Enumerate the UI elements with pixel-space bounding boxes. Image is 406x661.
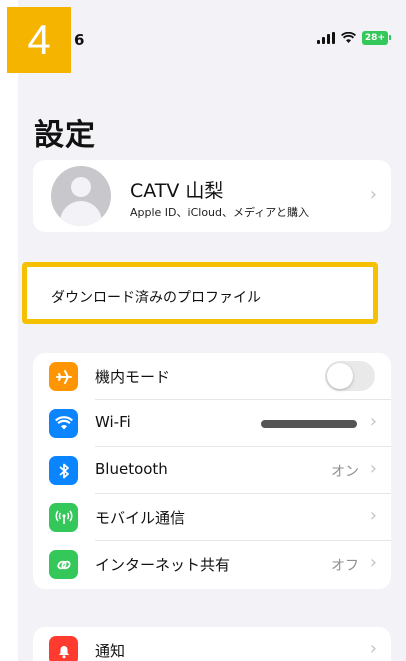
hotspot-icon	[49, 550, 78, 579]
hotspot-status: オフ	[331, 558, 359, 574]
settings-row-label: Bluetooth	[95, 460, 168, 478]
settings-row-bluetooth[interactable]: Bluetooth オン ›	[33, 447, 391, 494]
chevron-right-icon: ›	[369, 184, 377, 205]
settings-row-wifi[interactable]: Wi-Fi ›	[33, 400, 391, 447]
wifi-network-redacted	[261, 420, 357, 428]
bluetooth-icon	[49, 456, 78, 485]
downloaded-profile-label: ダウンロード済みのプロファイル	[51, 290, 261, 306]
step-number-badge: 4	[7, 7, 71, 73]
wifi-icon	[49, 409, 78, 438]
chevron-right-icon: ›	[369, 638, 377, 659]
avatar	[51, 166, 111, 226]
chevron-right-icon: ›	[369, 411, 377, 432]
chevron-right-icon: ›	[369, 505, 377, 526]
chevron-right-icon: ›	[369, 552, 377, 573]
settings-row-personal-hotspot[interactable]: インターネット共有 オフ ›	[33, 541, 391, 588]
settings-row-label: 通知	[95, 642, 126, 660]
settings-row-label: モバイル通信	[95, 509, 186, 527]
settings-row-cellular[interactable]: モバイル通信 ›	[33, 494, 391, 541]
downloaded-profile-item[interactable]: ダウンロード済みのプロファイル	[22, 262, 378, 324]
status-time: 6	[74, 31, 85, 49]
chevron-right-icon: ›	[369, 458, 377, 479]
connectivity-group: 機内モード Wi-Fi › Bluetooth オン › モバイル通信 › イン…	[33, 353, 391, 589]
settings-row-label: インターネット共有	[95, 556, 231, 574]
settings-row-airplane-mode[interactable]: 機内モード	[33, 353, 391, 400]
settings-row-label: 機内モード	[95, 368, 171, 386]
status-icons: 28+	[316, 31, 392, 45]
profile-subtitle: Apple ID、iCloud、メディアと購入	[130, 206, 310, 219]
settings-screen: 6 28+ 設定 CATV 山梨 Apple ID、iCloud、メディアと購入…	[18, 0, 406, 661]
bell-icon	[49, 636, 78, 661]
settings-row-notifications[interactable]: 通知 ›	[33, 627, 391, 661]
notifications-group: 通知 ›	[33, 627, 391, 661]
profile-name: CATV 山梨	[130, 180, 224, 202]
signal-icon	[316, 32, 335, 44]
settings-row-label: Wi-Fi	[95, 413, 131, 431]
page-title: 設定	[34, 118, 96, 153]
airplane-mode-toggle[interactable]	[325, 361, 375, 391]
apple-id-card[interactable]: CATV 山梨 Apple ID、iCloud、メディアと購入 ›	[33, 160, 391, 232]
airplane-icon	[49, 362, 78, 391]
step-number: 4	[27, 16, 51, 63]
wifi-status-icon	[340, 32, 356, 43]
bluetooth-status: オン	[331, 464, 359, 480]
battery-icon: 28+	[361, 31, 392, 45]
cellular-icon	[49, 503, 78, 532]
